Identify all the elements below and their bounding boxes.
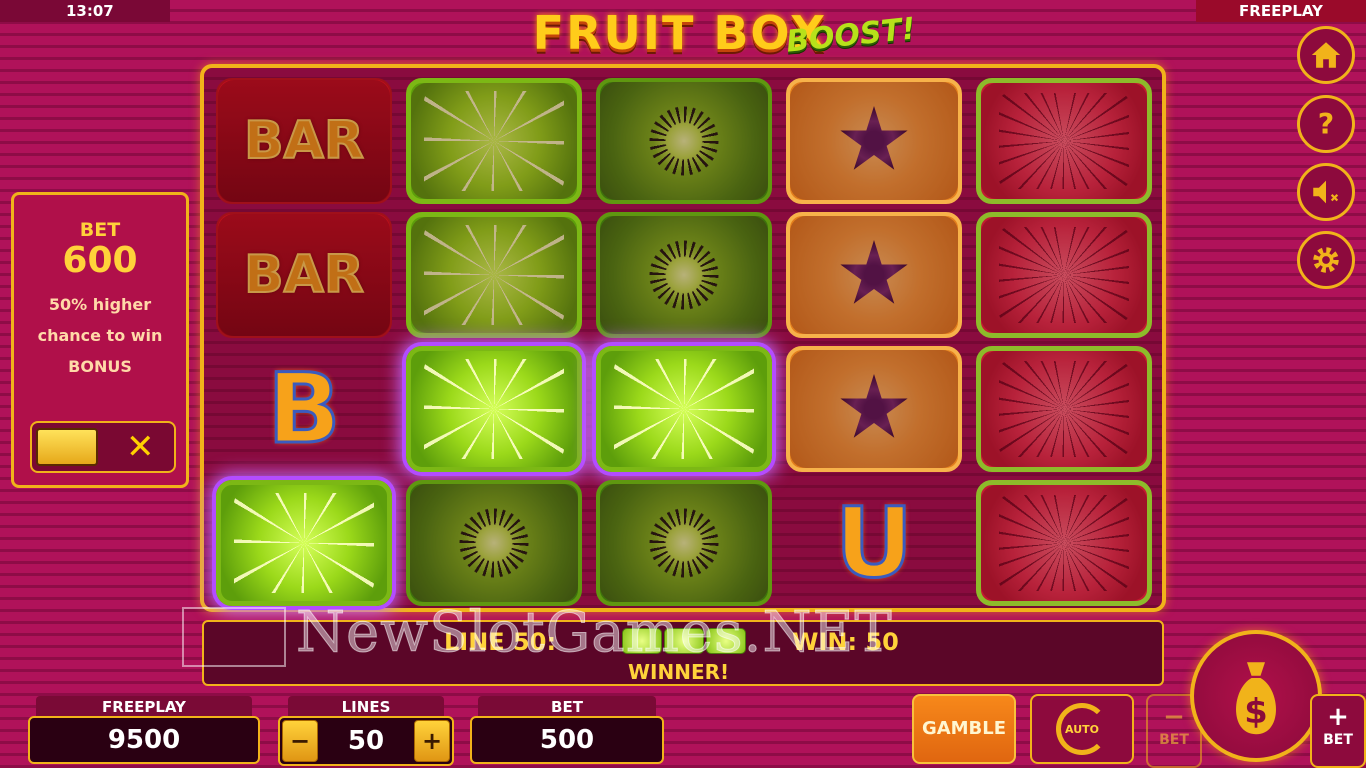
lines-decrease-button[interactable]: −: [282, 720, 318, 762]
home-icon: [1311, 42, 1341, 68]
help-icon: ?: [1318, 108, 1334, 141]
autoplay-button[interactable]: AUTO: [1030, 694, 1134, 764]
autoplay-label: AUTO: [1065, 722, 1099, 736]
reel-cell-lime: [406, 346, 582, 472]
reel-cell-letter: U: [786, 480, 962, 606]
money-bag-icon: $: [1236, 662, 1276, 735]
reel-cell-watermelon: [976, 212, 1152, 338]
bonus-letter-symbol: U: [834, 486, 915, 601]
plus-icon: +: [1327, 702, 1349, 732]
sound-muted-icon: [1313, 180, 1339, 204]
kiwi-icon: [459, 508, 529, 578]
reel-cell-kiwi: [406, 480, 582, 606]
reel-cell-orange: [786, 78, 962, 204]
gear-icon: [1313, 247, 1339, 273]
svg-text:$: $: [1244, 692, 1267, 731]
bet-boost-line2: chance to win: [37, 326, 163, 345]
bar-symbol: BAR: [243, 244, 365, 306]
reel-cell-bar: BAR: [216, 78, 392, 204]
bet-increase-button[interactable]: + BET: [1310, 694, 1366, 768]
freeplay-mode-badge: FREEPLAY: [1196, 0, 1366, 22]
reel-cell-lime: [596, 346, 772, 472]
reel-cell-kiwi: [596, 480, 772, 606]
game-logo: FRUIT BOX BOOST!: [450, 6, 917, 62]
lines-stepper: − 50 +: [278, 716, 454, 766]
bet-increase-label: BET: [1323, 732, 1353, 748]
bar-symbol: BAR: [243, 110, 365, 172]
bet-label: BET: [478, 696, 656, 718]
watermelon-icon: [999, 361, 1129, 457]
bet-decrease-label: BET: [1159, 732, 1189, 748]
bet-boost-toggle[interactable]: ✕: [30, 421, 176, 473]
reel-cell-watermelon: [976, 346, 1152, 472]
logo-title: FRUIT BOX: [532, 6, 828, 60]
watermelon-icon: [999, 227, 1129, 323]
lime-mini-icon: [622, 628, 662, 654]
svg-text:?: ?: [1318, 108, 1334, 141]
bonus-letter-label: U: [834, 486, 915, 601]
lime-icon: [424, 225, 564, 325]
lines-label: LINES: [288, 696, 444, 718]
bet-boost-panel: BET 600 50% higher chance to win BONUS ✕: [11, 192, 189, 488]
win-info-bar: LINE 50: WIN: 50 WINNER!: [202, 620, 1164, 686]
lime-icon: [424, 359, 564, 459]
lime-mini-icon: [664, 628, 704, 654]
kiwi-icon: [649, 508, 719, 578]
home-button[interactable]: [1297, 26, 1355, 84]
bet-boost-description: 50% higher chance to win BONUS: [14, 289, 186, 382]
kiwi-icon: [649, 240, 719, 310]
bet-boost-value: 600: [62, 240, 138, 281]
reel-cell-orange: [786, 346, 962, 472]
lime-mini-icon: [706, 628, 746, 654]
reel-cell-letter: B: [216, 346, 392, 472]
bet-amount: 500: [470, 716, 664, 764]
freeplay-balance: 9500: [28, 716, 260, 764]
settings-button[interactable]: [1297, 231, 1355, 289]
reel-cell-kiwi: [596, 78, 772, 204]
reel-cell-lime: [406, 78, 582, 204]
lime-icon: [424, 91, 564, 191]
win-amount: WIN: 50: [792, 628, 899, 656]
orange-icon: [840, 106, 908, 170]
toggle-knob: [36, 428, 98, 466]
watermelon-icon: [999, 495, 1129, 591]
bonus-letter-symbol: B: [266, 352, 342, 467]
reel-cell-kiwi: [596, 212, 772, 338]
spin-button[interactable]: $: [1190, 630, 1322, 762]
sound-button[interactable]: [1297, 163, 1355, 221]
reels-frame: BAR BAR B U: [200, 64, 1166, 612]
bar-symbol-label: BAR: [243, 110, 365, 172]
kiwi-icon: [649, 106, 719, 176]
lines-value: 50: [347, 726, 385, 756]
reel-grid: BAR BAR B U: [216, 78, 1152, 606]
toggle-off-icon: ✕: [126, 427, 155, 467]
bet-boost-line1: 50% higher: [48, 295, 152, 314]
win-line-label: LINE 50:: [444, 628, 557, 656]
reel-cell-bar: BAR: [216, 212, 392, 338]
reel-cell-orange: [786, 212, 962, 338]
freeplay-label: FREEPLAY: [36, 696, 252, 718]
watermelon-icon: [999, 93, 1129, 189]
reel-cell-watermelon: [976, 78, 1152, 204]
win-line-symbols: [622, 628, 746, 654]
autoplay-icon: AUTO: [1056, 703, 1108, 755]
reel-cell-lime: [406, 212, 582, 338]
lines-increase-button[interactable]: +: [414, 720, 450, 762]
help-button[interactable]: ?: [1297, 95, 1355, 153]
bet-boost-title: BET: [79, 219, 121, 241]
lime-icon: [234, 493, 374, 593]
bar-symbol-label: BAR: [243, 244, 365, 306]
bet-boost-line3: BONUS: [68, 357, 132, 376]
reel-cell-watermelon: [976, 480, 1152, 606]
clock-time: 13:07: [0, 0, 170, 22]
reel-cell-lime: [216, 480, 392, 606]
gamble-button[interactable]: GAMBLE: [912, 694, 1016, 764]
orange-icon: [840, 374, 908, 438]
orange-icon: [840, 240, 908, 304]
lime-icon: [614, 359, 754, 459]
winner-label: WINNER!: [628, 660, 730, 684]
bonus-letter-label: B: [266, 352, 342, 467]
